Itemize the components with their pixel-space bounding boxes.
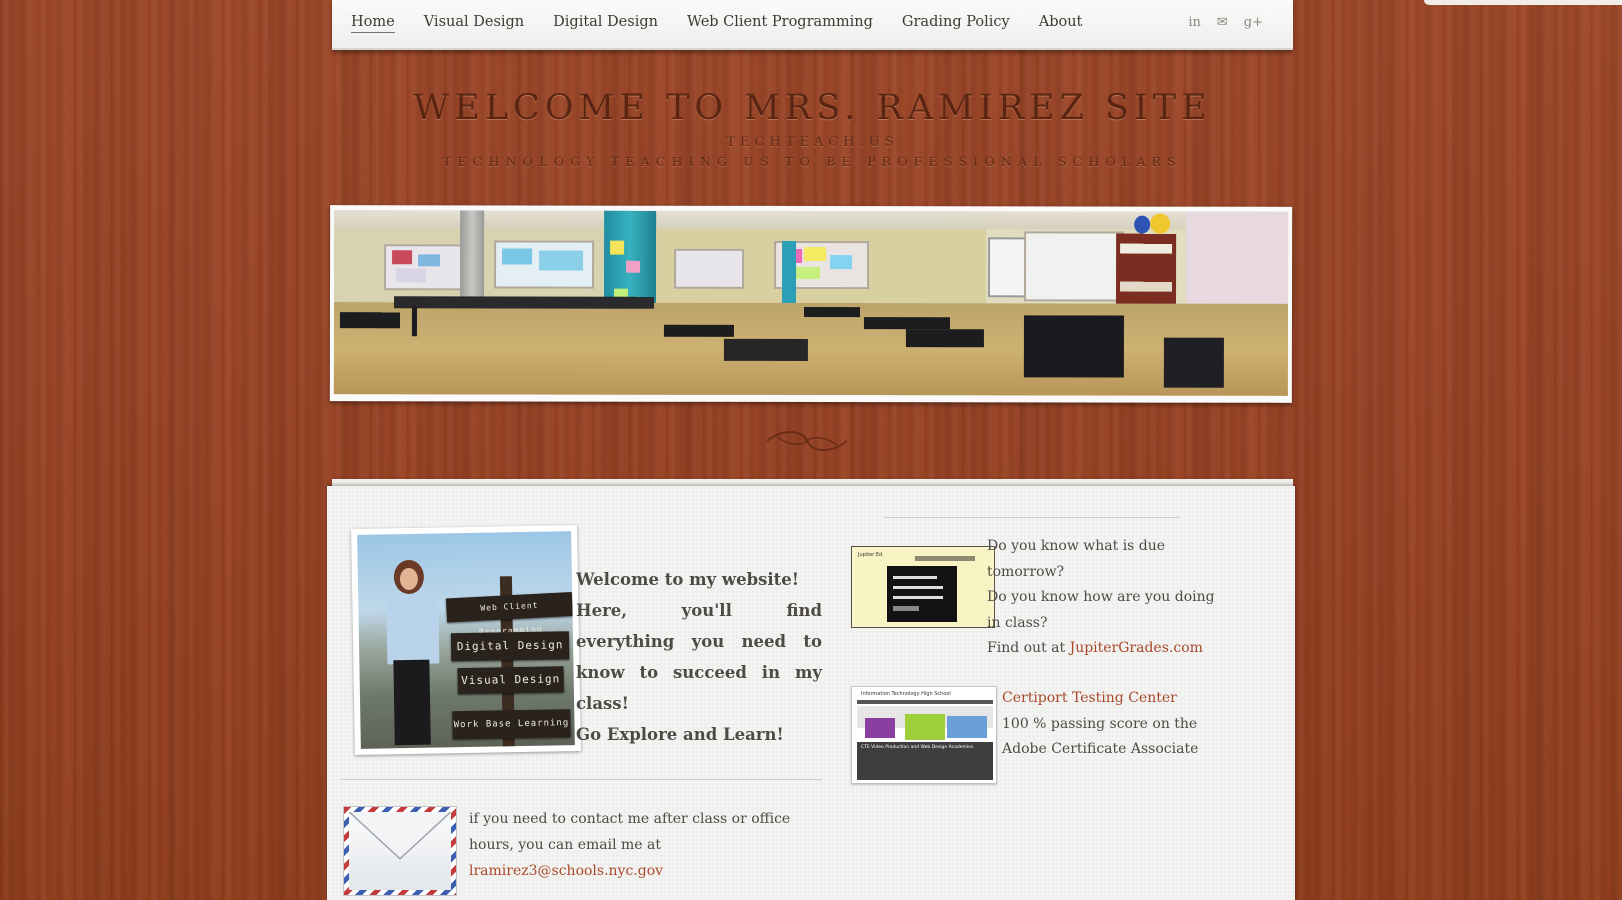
sign-work-base-learning: Work Base Learning bbox=[452, 709, 571, 740]
certiport-description: 100 % passing score on the Adobe Certifi… bbox=[1002, 715, 1199, 758]
nav-item-digital-design[interactable]: Digital Design bbox=[553, 14, 658, 33]
jupitergrades-link[interactable]: JupiterGrades.com bbox=[1070, 640, 1203, 656]
nav-item-home[interactable]: Home bbox=[351, 14, 395, 33]
classroom-banner bbox=[329, 205, 1293, 403]
flourish-ornament bbox=[766, 431, 848, 451]
top-right-tab bbox=[1424, 0, 1622, 5]
nav-item-web-client-programming[interactable]: Web Client Programming bbox=[687, 14, 873, 33]
divider-left bbox=[340, 779, 822, 780]
welcome-line-2: Here, you'll find everything you need to… bbox=[576, 601, 822, 713]
teacher-photo: Web Client Programming Digital Design Vi… bbox=[351, 525, 581, 755]
sign-web-client: Web Client Programming bbox=[445, 591, 573, 637]
linkedin-icon[interactable]: in bbox=[1188, 15, 1201, 30]
jupiter-brand: Jupiter Ed bbox=[858, 552, 883, 558]
contact-text: if you need to contact me after class or… bbox=[469, 811, 791, 853]
site-subtitle: TECHTEACH.US bbox=[726, 135, 899, 150]
certiport-thumb-school: Information Technology High School bbox=[861, 691, 951, 697]
due-info: Do you know what is due tomorrow? Do you… bbox=[987, 534, 1222, 662]
email-icon[interactable]: ✉ bbox=[1217, 15, 1228, 30]
certiport-info: Certiport Testing Center 100 % passing s… bbox=[1002, 686, 1222, 763]
welcome-message: Welcome to my website! Here, you'll find… bbox=[576, 564, 822, 750]
google-plus-icon[interactable]: g+ bbox=[1244, 15, 1263, 30]
nav-item-visual-design[interactable]: Visual Design bbox=[424, 14, 524, 33]
teacher-figure bbox=[382, 559, 443, 746]
classroom-photo bbox=[333, 210, 1289, 396]
nav-links: Home Visual Design Digital Design Web Cl… bbox=[351, 14, 1111, 33]
jupiter-grades-thumbnail[interactable]: Jupiter Ed bbox=[851, 546, 995, 628]
certiport-thumb-heading: CTE Video Production and Web Design Acad… bbox=[861, 745, 974, 750]
social-links: in ✉ g+ bbox=[1188, 15, 1263, 30]
nav-item-about[interactable]: About bbox=[1039, 14, 1083, 33]
content-panel: Web Client Programming Digital Design Vi… bbox=[327, 486, 1295, 900]
due-question-2: Do you know how are you doing in class? bbox=[987, 589, 1215, 631]
nav-item-grading-policy[interactable]: Grading Policy bbox=[902, 14, 1010, 33]
navigation-bar: Home Visual Design Digital Design Web Cl… bbox=[332, 0, 1293, 50]
sign-visual-design: Visual Design bbox=[457, 666, 564, 695]
jupiter-login-box bbox=[887, 566, 957, 622]
envelope-icon bbox=[343, 806, 457, 896]
due-question-1: Do you know what is due tomorrow? bbox=[987, 538, 1166, 580]
site-tagline: TECHNOLOGY TEACHING US TO BE PROFESSIONA… bbox=[442, 154, 1183, 169]
email-link[interactable]: lramirez3@schools.nyc.gov bbox=[469, 863, 663, 879]
welcome-line-3: Go Explore and Learn! bbox=[576, 725, 784, 744]
sign-digital-design: Digital Design bbox=[450, 631, 570, 662]
certiport-link[interactable]: Certiport Testing Center bbox=[1002, 686, 1222, 712]
contact-info: if you need to contact me after class or… bbox=[469, 806, 829, 884]
site-title: WELCOME TO MRS. RAMIREZ SITE bbox=[413, 88, 1212, 128]
divider-right bbox=[884, 517, 1180, 518]
certiport-thumbnail[interactable]: Information Technology High School CTE V… bbox=[851, 686, 997, 784]
due-find-out: Find out at JupiterGrades.com bbox=[987, 640, 1203, 656]
welcome-line-1: Welcome to my website! bbox=[576, 570, 800, 589]
